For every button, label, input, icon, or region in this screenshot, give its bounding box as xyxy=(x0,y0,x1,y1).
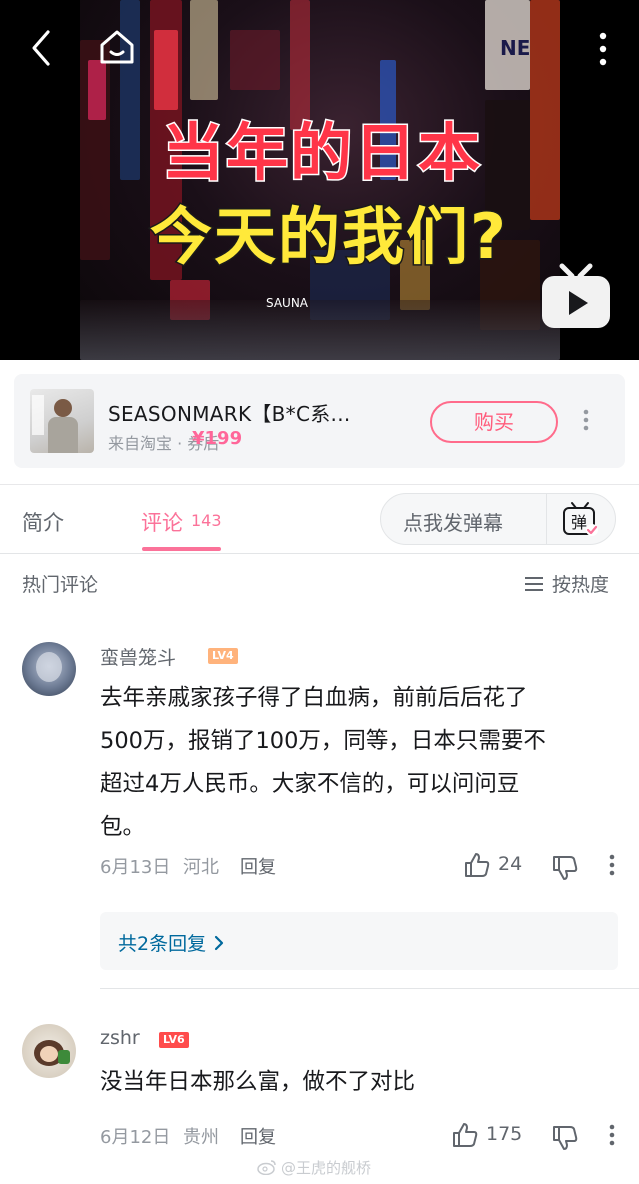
product-price: ¥199 xyxy=(192,428,243,449)
view-replies[interactable]: 共2条回复 xyxy=(100,912,618,970)
tab-intro[interactable]: 简介 xyxy=(22,507,64,537)
comment-more-icon[interactable] xyxy=(608,1123,616,1151)
video-caption-line1: 当年的日本 xyxy=(160,115,483,191)
tab-comments[interactable]: 评论 xyxy=(141,507,183,537)
sort-icon xyxy=(524,575,544,597)
level-badge: LV6 xyxy=(159,1032,189,1048)
home-icon[interactable] xyxy=(96,26,138,72)
product-image xyxy=(30,389,94,453)
sign-text: NE xyxy=(500,36,531,60)
danmu-placeholder: 点我发弹幕 xyxy=(403,511,503,535)
hot-comments-label: 热门评论 xyxy=(22,574,99,596)
dislike-icon[interactable] xyxy=(552,855,578,885)
comment-text: 去年亲戚家孩子得了白血病，前前后后花了 500万，报销了100万，同等，日本只需… xyxy=(100,677,622,849)
danmu-icon-char: 弹 xyxy=(571,513,587,532)
comment-location: 贵州 xyxy=(183,1127,219,1148)
comment-line: 超过4万人民币。大家不信的，可以问问豆 xyxy=(100,771,520,797)
product-card[interactable]: SEASONMARK【B*C系... 来自淘宝 · 券后 ¥199 购买 xyxy=(14,374,625,468)
divider xyxy=(546,494,547,544)
video-caption-line2: 今天的我们? xyxy=(149,199,508,275)
product-title: SEASONMARK【B*C系... xyxy=(108,402,351,426)
comment-location: 河北 xyxy=(183,857,219,878)
weibo-icon xyxy=(257,1159,277,1179)
reply-button[interactable]: 回复 xyxy=(240,853,276,879)
comment-date: 6月13日 xyxy=(100,857,171,878)
product-more-icon[interactable] xyxy=(582,408,590,436)
buy-button[interactable]: 购买 xyxy=(430,401,558,443)
like-icon[interactable] xyxy=(464,852,490,882)
replies-count-label: 共2条回复 xyxy=(118,929,224,956)
sign-text: SAUNA xyxy=(266,296,309,310)
comment-username[interactable]: 蛮兽笼斗 xyxy=(100,643,176,670)
like-icon[interactable] xyxy=(452,1122,478,1152)
comment-line: 没当年日本那么富，做不了对比 xyxy=(100,1069,416,1095)
comment-line: 去年亲戚家孩子得了白血病，前前后后花了 xyxy=(100,685,528,711)
sort-label: 按热度 xyxy=(552,574,610,596)
comment-username[interactable]: zshr xyxy=(100,1027,140,1049)
watermark: @王虎的舰桥 xyxy=(257,1157,371,1179)
play-tv-icon[interactable] xyxy=(540,262,612,330)
comment-more-icon[interactable] xyxy=(608,853,616,881)
comments-count: 143 xyxy=(191,511,222,530)
sort-button[interactable]: 按热度 xyxy=(524,570,609,597)
comment-date: 6月12日 xyxy=(100,1127,171,1148)
danmu-toggle-icon[interactable]: 弹 xyxy=(561,500,599,542)
like-count: 175 xyxy=(486,1123,523,1145)
chevron-right-icon xyxy=(214,934,224,956)
comment-line: 包。 xyxy=(100,814,146,840)
comment-text: 没当年日本那么富，做不了对比 xyxy=(100,1061,622,1104)
back-icon[interactable] xyxy=(30,28,52,72)
danmu-input[interactable]: 点我发弹幕 弹 xyxy=(380,493,616,545)
reply-button[interactable]: 回复 xyxy=(240,1123,276,1149)
divider xyxy=(100,988,639,989)
more-options-icon[interactable] xyxy=(596,30,610,74)
level-badge: LV4 xyxy=(208,648,238,664)
avatar[interactable] xyxy=(22,642,76,696)
like-count: 24 xyxy=(498,853,523,875)
active-tab-indicator xyxy=(142,547,221,551)
watermark-text: @王虎的舰桥 xyxy=(281,1159,372,1177)
video-player[interactable]: NE SAUNA 当年的日本 今天的我们? xyxy=(0,0,639,360)
tab-bar: 简介 评论 143 点我发弹幕 弹 xyxy=(0,484,639,554)
avatar[interactable] xyxy=(22,1024,76,1078)
dislike-icon[interactable] xyxy=(552,1125,578,1155)
comment-line: 500万，报销了100万，同等，日本只需要不 xyxy=(100,728,546,754)
